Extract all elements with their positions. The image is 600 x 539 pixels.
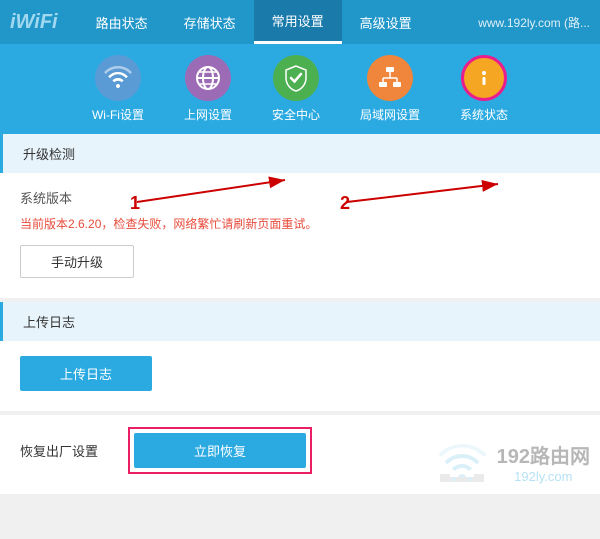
web-icon (185, 55, 231, 101)
sys-version-text: 当前版本2.6.20，检查失败，网络繁忙请刷新页面重试。 (20, 215, 580, 233)
security-label: 安全中心 (272, 106, 320, 123)
wifi-settings-icon-item[interactable]: Wi-Fi设置 (92, 55, 144, 123)
log-section-body: 上传日志 (0, 341, 600, 411)
main-content: 升级检测 系统版本 当前版本2.6.20，检查失败，网络繁忙请刷新页面重试。 手… (0, 134, 600, 494)
top-nav: iWiFi 路由状态 存储状态 常用设置 高级设置 www.192ly.com … (0, 0, 600, 44)
nav-storage-status[interactable]: 存储状态 (166, 0, 254, 44)
manual-upgrade-button[interactable]: 手动升级 (20, 245, 134, 278)
icon-bar: Wi-Fi设置 上网设置 安全中 (0, 44, 600, 134)
web-settings-label: 上网设置 (184, 106, 232, 123)
wifi-icon (95, 55, 141, 101)
system-status-label: 系统状态 (460, 106, 508, 123)
log-section: 上传日志 上传日志 (0, 302, 600, 411)
upgrade-section-body: 系统版本 当前版本2.6.20，检查失败，网络繁忙请刷新页面重试。 手动升级 (0, 173, 600, 298)
info-icon (461, 55, 507, 101)
sys-version-label: 系统版本 (20, 188, 580, 207)
log-section-header: 上传日志 (0, 302, 600, 341)
nav-common-settings[interactable]: 常用设置 (254, 0, 342, 44)
security-icon-item[interactable]: 安全中心 (272, 55, 320, 123)
nav-router-status[interactable]: 路由状态 (78, 0, 166, 44)
lan-settings-label: 局域网设置 (360, 106, 420, 123)
upload-log-button[interactable]: 上传日志 (20, 356, 152, 391)
restore-label: 恢复出厂设置 (20, 441, 98, 460)
upgrade-section-header: 升级检测 (0, 134, 600, 173)
lan-settings-icon-item[interactable]: 局域网设置 (360, 55, 420, 123)
system-status-icon-item[interactable]: 系统状态 (460, 55, 508, 123)
restore-section: 恢复出厂设置 立即恢复 (0, 415, 600, 494)
security-icon (273, 55, 319, 101)
nav-items: 路由状态 存储状态 常用设置 高级设置 (78, 0, 479, 44)
restore-button-wrapper: 立即恢复 (128, 427, 312, 474)
app-logo: iWiFi (10, 11, 58, 34)
upgrade-section: 升级检测 系统版本 当前版本2.6.20，检查失败，网络繁忙请刷新页面重试。 手… (0, 134, 600, 298)
web-settings-icon-item[interactable]: 上网设置 (184, 55, 232, 123)
website-label: www.192ly.com (路... (478, 14, 590, 31)
nav-advanced-settings[interactable]: 高级设置 (342, 0, 430, 44)
lan-icon (367, 55, 413, 101)
restore-button[interactable]: 立即恢复 (134, 433, 306, 468)
wifi-settings-label: Wi-Fi设置 (92, 106, 144, 123)
